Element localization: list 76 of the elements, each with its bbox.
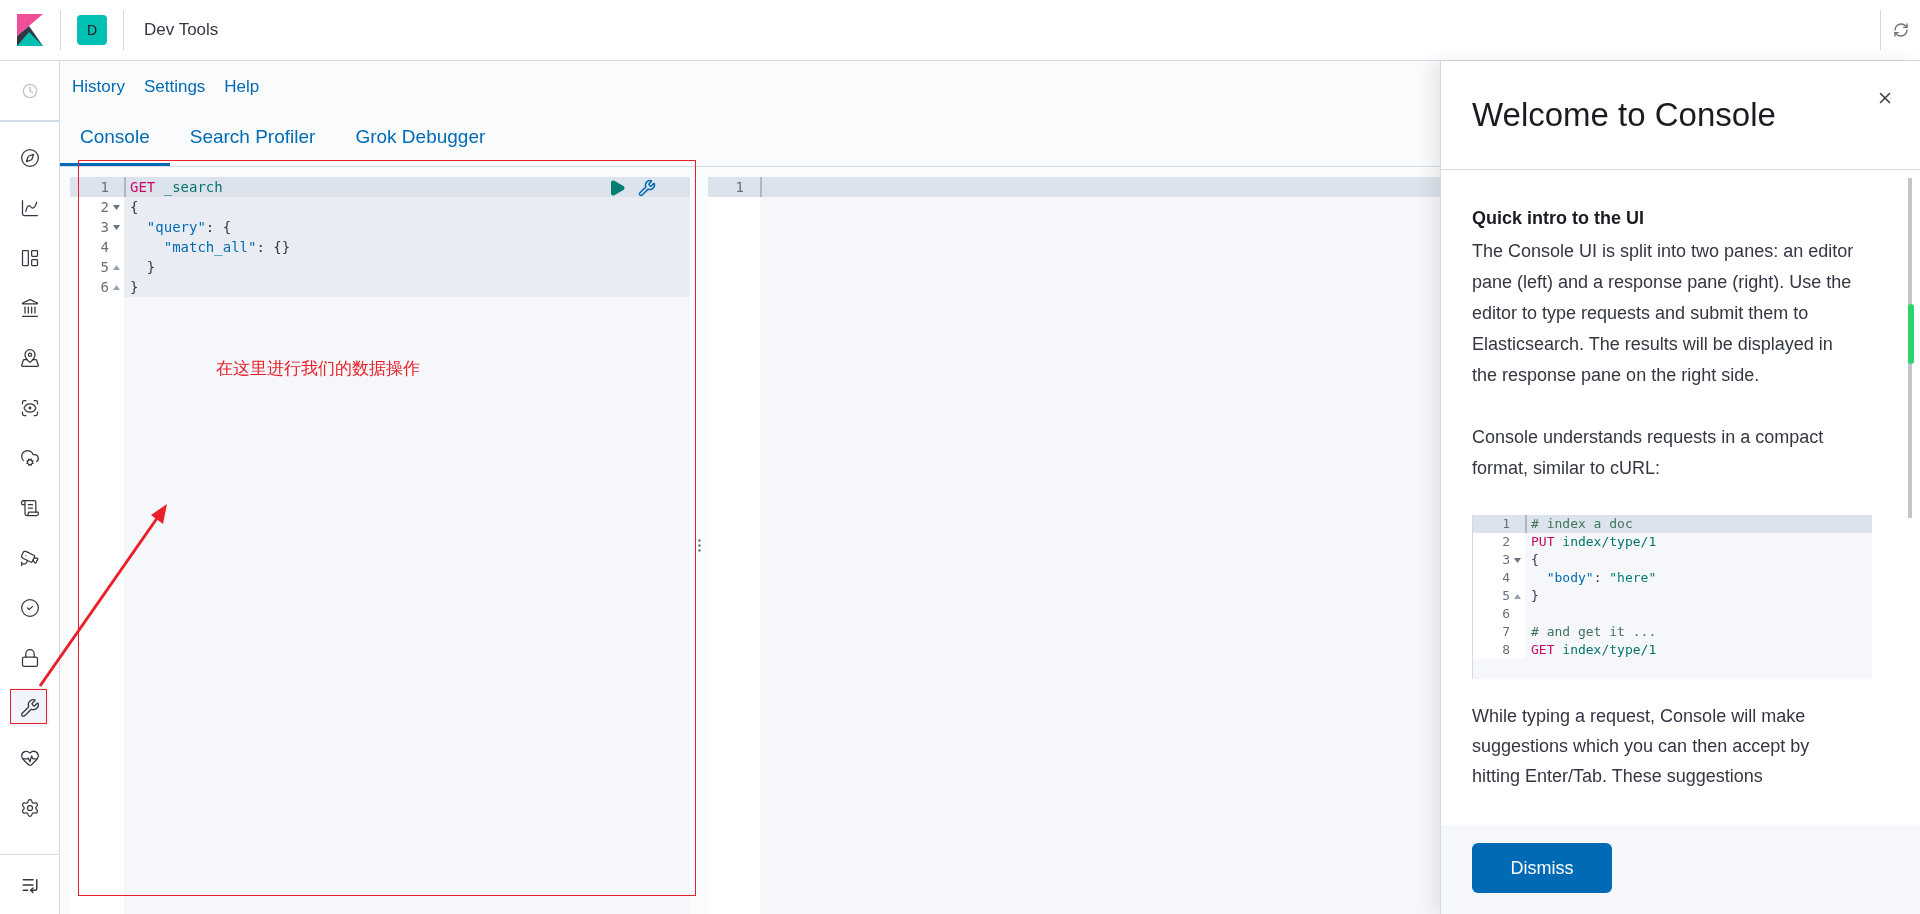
top-link[interactable]: History	[72, 74, 125, 100]
line-number: 4	[100, 237, 109, 257]
line-number: 2	[100, 197, 109, 217]
resize-handle-icon[interactable]	[697, 539, 701, 552]
line-number: 4	[1502, 569, 1510, 588]
space-avatar[interactable]: D	[77, 15, 107, 45]
code-token: "query"	[145, 217, 206, 237]
line-number: 1	[100, 177, 109, 197]
code-token: GET	[130, 177, 156, 197]
scrollbar-thumb[interactable]	[1908, 304, 1914, 364]
code-token: }	[130, 277, 139, 297]
top-link[interactable]: Settings	[143, 74, 206, 100]
run-icon[interactable]	[608, 179, 626, 197]
check-icon	[19, 597, 40, 618]
scan-icon	[19, 397, 40, 418]
code-token: {	[1531, 551, 1539, 570]
line-number: 3	[100, 217, 109, 237]
code-token: GET	[1531, 641, 1555, 660]
code-token: PUT	[1531, 533, 1555, 552]
intro-paragraph: While typing a request, Console will make suggestions which you can then accept by hitting Enter/Tab. These suggestions	[1472, 705, 1811, 788]
code-token: "here"	[1609, 569, 1657, 588]
fold-icon[interactable]	[113, 204, 120, 210]
nav-item[interactable]	[10, 688, 49, 727]
refresh-icon[interactable]	[1892, 22, 1909, 38]
code-token: :	[1593, 569, 1603, 588]
top-link[interactable]: Help	[224, 74, 260, 100]
code-token: }	[145, 257, 156, 277]
line-number: 1	[735, 177, 744, 197]
logo-icon[interactable]	[17, 14, 43, 46]
line-number: 5	[100, 257, 109, 277]
flyout-title: Welcome to Console	[1472, 95, 1776, 136]
annotation-text: 在这里进行我们的数据操作	[216, 358, 420, 380]
code-token: "match_all"	[162, 237, 257, 258]
map-pin-icon	[19, 347, 40, 368]
code-token: # and get it ...	[1531, 623, 1657, 642]
tab[interactable]: Console	[60, 111, 170, 166]
code-token: {	[130, 197, 139, 217]
chart-icon	[19, 197, 40, 218]
line-number: 2	[1502, 533, 1510, 552]
code-token: : {}	[256, 237, 291, 257]
section-heading: Quick intro to the UI	[1472, 207, 1645, 230]
tab[interactable]: Grok Debugger	[335, 111, 506, 166]
page-title: Dev Tools	[144, 19, 219, 42]
line-number: 8	[1502, 641, 1510, 660]
line-number: 6	[1502, 605, 1510, 624]
code-token: }	[1531, 587, 1539, 606]
fold-icon[interactable]	[1514, 557, 1521, 563]
intro-paragraph: Console understands requests in a compact format, similar to cURL:	[1472, 426, 1825, 480]
code-token: "body"	[1545, 569, 1594, 588]
fold-icon[interactable]	[113, 224, 120, 230]
line-number: 6	[100, 277, 109, 297]
annotation-frame	[10, 689, 47, 724]
code-token: # index a doc	[1531, 515, 1633, 534]
line-number: 7	[1502, 623, 1510, 642]
unfold-icon[interactable]	[1514, 593, 1521, 599]
unfold-icon[interactable]	[113, 264, 120, 270]
code-token: index/type/1	[1561, 533, 1657, 552]
unfold-icon[interactable]	[113, 284, 120, 290]
line-number: 5	[1502, 587, 1510, 606]
code-token: : {	[205, 217, 232, 237]
compass-icon	[19, 147, 40, 168]
intro-paragraph: The Console UI is split into two panes: an editor pane (left) and a response pane (right). Use the editor to type requests and submit them to Elasticsearch. The results will be displayed in the response pane on the right side.	[1472, 240, 1855, 387]
scroll-icon	[19, 497, 40, 518]
lock-icon	[19, 647, 40, 668]
dashboard-icon	[19, 247, 40, 268]
code-token: _search	[162, 177, 223, 198]
dismiss-button[interactable]: Dismiss	[1472, 843, 1612, 893]
wrench-icon[interactable]	[638, 179, 656, 197]
cloud-icon	[19, 447, 40, 468]
wrench-icon	[19, 697, 40, 718]
line-number: 3	[1502, 551, 1510, 570]
code-token: index/type/1	[1561, 641, 1657, 660]
line-number: 1	[1502, 515, 1510, 534]
tab[interactable]: Search Profiler	[169, 111, 336, 166]
settings-icon	[19, 797, 40, 818]
building-icon	[19, 297, 40, 318]
